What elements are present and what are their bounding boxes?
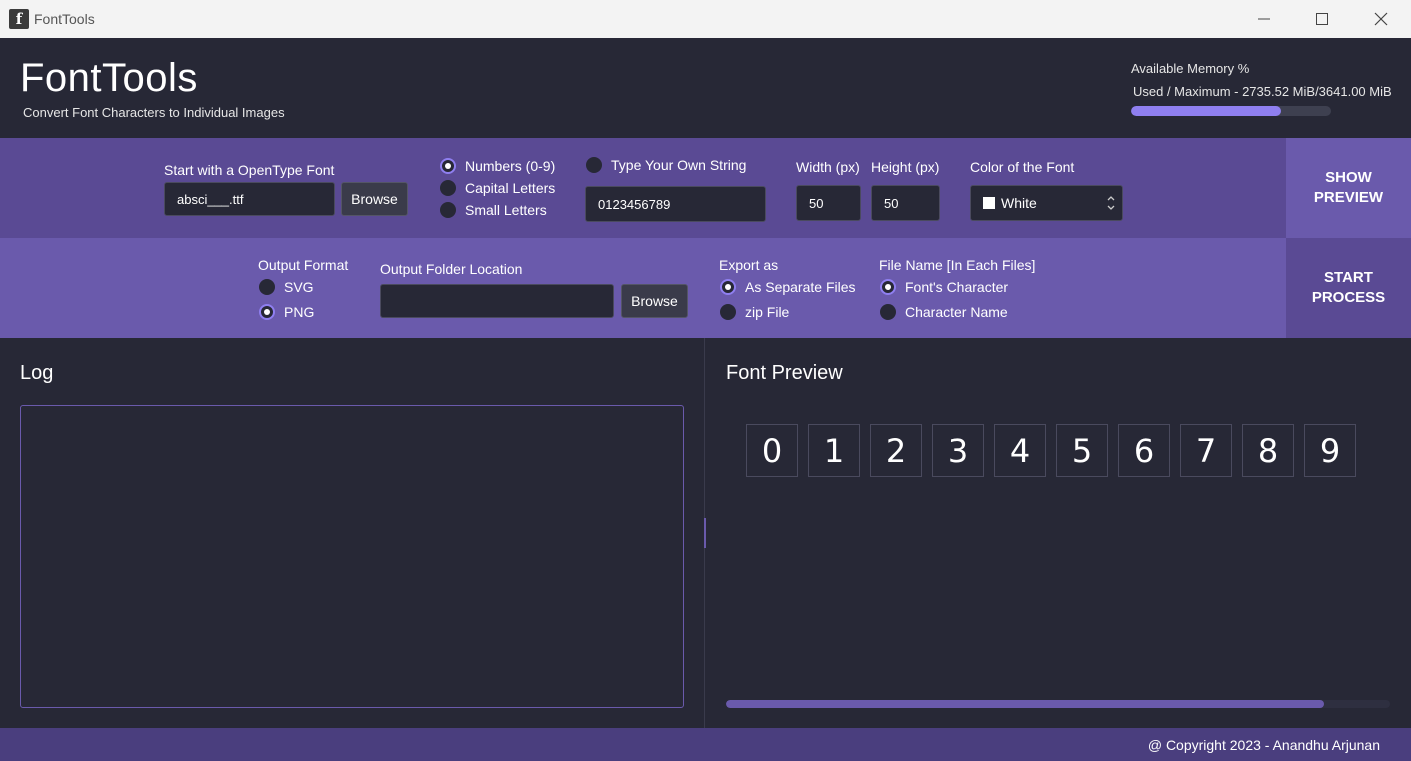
radio-label: Type Your Own String: [611, 157, 747, 173]
glyph-box: 9: [1304, 424, 1356, 477]
memory-title: Available Memory %: [1131, 61, 1250, 76]
radio-numbers[interactable]: Numbers (0-9): [440, 158, 555, 174]
width-input[interactable]: 50: [796, 185, 861, 221]
radio-small-letters[interactable]: Small Letters: [440, 202, 547, 218]
height-label: Height (px): [871, 159, 940, 175]
close-icon: [1374, 12, 1388, 26]
radio-png[interactable]: PNG: [259, 304, 314, 320]
show-preview-button[interactable]: SHOW PREVIEW: [1286, 138, 1411, 238]
radio-indicator: [440, 202, 456, 218]
radio-label: As Separate Files: [745, 279, 856, 295]
memory-usage-text: Used / Maximum - 2735.52 MiB/3641.00 MiB: [1133, 84, 1392, 99]
radio-label: Capital Letters: [465, 180, 556, 196]
glyph-box: 6: [1118, 424, 1170, 477]
radio-character-name[interactable]: Character Name: [880, 304, 1008, 320]
log-title: Log: [20, 362, 54, 384]
close-button[interactable]: [1352, 0, 1410, 38]
app-icon: f: [9, 9, 29, 29]
window-title: FontTools: [34, 11, 95, 27]
radio-capital-letters[interactable]: Capital Letters: [440, 180, 555, 196]
radio-zip-file[interactable]: zip File: [720, 304, 789, 320]
radio-indicator: [259, 304, 275, 320]
font-color-value: White: [1001, 195, 1037, 211]
glyph-box: 0: [746, 424, 798, 477]
radio-own-string[interactable]: Type Your Own String: [586, 157, 746, 173]
radio-indicator: [880, 279, 896, 295]
output-format-label: Output Format: [258, 257, 349, 273]
preview-scrollbar[interactable]: [726, 700, 1390, 708]
maximize-icon: [1316, 13, 1328, 25]
radio-indicator: [259, 279, 275, 295]
log-output[interactable]: [20, 405, 684, 708]
output-folder-input[interactable]: [380, 284, 614, 318]
radio-indicator: [880, 304, 896, 320]
radio-separate-files[interactable]: As Separate Files: [720, 279, 856, 295]
radio-fonts-character[interactable]: Font's Character: [880, 279, 1008, 295]
app-subtitle: Convert Font Characters to Individual Im…: [23, 105, 285, 120]
font-preview-title: Font Preview: [726, 362, 843, 384]
radio-label: Numbers (0-9): [465, 158, 556, 174]
radio-label: Character Name: [905, 304, 1008, 320]
output-folder-label: Output Folder Location: [380, 261, 523, 277]
radio-label: PNG: [284, 304, 315, 320]
radio-label: Small Letters: [465, 202, 547, 218]
glyph-box: 3: [932, 424, 984, 477]
minimize-button[interactable]: [1235, 0, 1293, 38]
glyph-box: 5: [1056, 424, 1108, 477]
font-color-label: Color of the Font: [970, 159, 1075, 175]
font-file-field[interactable]: absci___.ttf: [164, 182, 335, 216]
font-file-label: Start with a OpenType Font: [164, 162, 335, 178]
glyph-box: 4: [994, 424, 1046, 477]
memory-progress-bar: [1131, 106, 1331, 116]
file-name-label: File Name [In Each Files]: [879, 257, 1036, 273]
glyph-box: 7: [1180, 424, 1232, 477]
copyright-text: @ Copyright 2023 - Anandhu Arjunan: [1147, 737, 1380, 753]
height-input[interactable]: 50: [871, 185, 940, 221]
radio-indicator: [440, 180, 456, 196]
radio-label: SVG: [284, 279, 314, 295]
splitter-handle[interactable]: [704, 518, 706, 548]
browse-font-button[interactable]: Browse: [341, 182, 408, 216]
app-name: FontTools: [20, 56, 198, 100]
glyph-box: 2: [870, 424, 922, 477]
browse-folder-button[interactable]: Browse: [621, 284, 688, 318]
glyph-box: 8: [1242, 424, 1294, 477]
minimize-icon: [1258, 18, 1270, 20]
radio-svg[interactable]: SVG: [259, 279, 314, 295]
preview-scrollbar-thumb[interactable]: [726, 700, 1324, 708]
glyph-preview-row: 0123456789: [746, 424, 1366, 477]
radio-indicator: [720, 304, 736, 320]
radio-indicator: [720, 279, 736, 295]
glyph-box: 1: [808, 424, 860, 477]
color-swatch: [983, 197, 995, 209]
own-string-input[interactable]: 0123456789: [585, 186, 766, 222]
maximize-button[interactable]: [1293, 0, 1351, 38]
memory-progress-fill: [1131, 106, 1281, 116]
radio-indicator: [440, 158, 456, 174]
width-label: Width (px): [796, 159, 860, 175]
font-color-select[interactable]: White: [970, 185, 1123, 221]
radio-label: zip File: [745, 304, 790, 320]
title-bar: f FontTools: [0, 0, 1411, 38]
chevron-updown-icon: [1107, 196, 1115, 210]
export-as-label: Export as: [719, 257, 779, 273]
start-process-button[interactable]: START PROCESS: [1286, 238, 1411, 338]
radio-label: Font's Character: [905, 279, 1009, 295]
radio-indicator: [586, 157, 602, 173]
